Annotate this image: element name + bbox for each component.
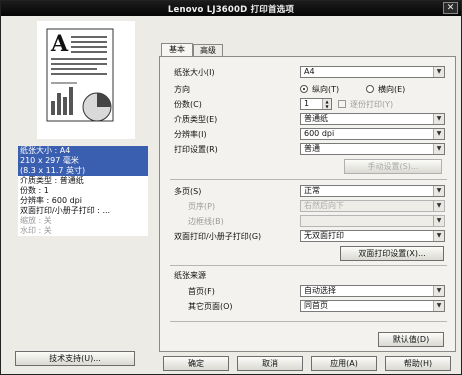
paper-size-label: 纸张大小(I) [174, 68, 215, 77]
resolution-select[interactable]: 600 dpi ▼ [300, 128, 445, 140]
tab-basic[interactable]: 基本 [161, 43, 193, 56]
duplex-settings-button[interactable]: 双面打印设置(X)... [340, 246, 444, 261]
copies-value: 1 [304, 99, 310, 108]
default-button[interactable]: 默认值(D) [378, 332, 444, 347]
basic-settings-panel: 纸张大小(I) A4 ▼ 方向 纵向(T) 横向(E) 份数(C) 1 ▲ ▼ … [159, 56, 456, 352]
collate-checkbox[interactable] [338, 100, 346, 108]
settings-summary: 纸张大小 : A4 210 x 297 毫米 (8.3 x 11.7 英寸) 介… [18, 146, 148, 236]
divider [170, 179, 447, 180]
divider [170, 265, 447, 266]
tab-advanced[interactable]: 高级 [193, 44, 223, 56]
page-order-label: 页序(P) [188, 202, 216, 211]
page-order-value: 右然后向下 [304, 201, 344, 210]
media-type-value: 普通纸 [304, 114, 328, 123]
chevron-down-icon: ▼ [433, 67, 444, 77]
other-pages-value: 同首页 [304, 301, 328, 310]
cancel-button[interactable]: 取消 [237, 356, 303, 371]
chevron-down-icon: ▼ [433, 144, 444, 154]
orientation-label: 方向 [174, 85, 190, 94]
portrait-radio[interactable] [300, 85, 308, 93]
portrait-label: 纵向(T) [312, 85, 340, 94]
print-settings-select[interactable]: 普通 ▼ [300, 143, 445, 155]
resolution-value: 600 dpi [304, 129, 335, 138]
window-title: Lenovo LJ3600D 打印首选项 [167, 5, 295, 15]
chevron-down-icon: ▼ [433, 286, 444, 296]
chevron-down-icon: ▼ [433, 216, 444, 226]
summary-line: (8.3 x 11.7 英寸) [18, 166, 148, 176]
ok-button[interactable]: 确定 [163, 356, 229, 371]
resolution-label: 分辨率(I) [174, 130, 207, 139]
multipage-value: 正常 [304, 186, 320, 195]
chevron-down-icon: ▼ [433, 201, 444, 211]
landscape-radio[interactable] [366, 85, 374, 93]
support-button[interactable]: 技术支持(U)... [15, 351, 135, 366]
collate-label: 逐份打印(Y) [350, 100, 394, 109]
multipage-select[interactable]: 正常 ▼ [300, 185, 445, 197]
summary-line: 水印 : 关 [20, 226, 52, 235]
spin-down-icon[interactable]: ▼ [322, 104, 331, 109]
copies-label: 份数(C) [174, 100, 202, 109]
manual-settings-button[interactable]: 手动设置(S)... [344, 159, 442, 174]
paper-size-select[interactable]: A4 ▼ [300, 66, 445, 78]
chevron-down-icon: ▼ [433, 231, 444, 241]
media-type-label: 介质类型(E) [174, 115, 218, 124]
summary-line: 缩放 : 关 [20, 216, 52, 225]
page-order-select[interactable]: 右然后向下 ▼ [300, 200, 445, 212]
duplex-label: 双面打印/小册子打印(G) [174, 232, 262, 241]
first-page-select[interactable]: 自动选择 ▼ [300, 285, 445, 297]
close-icon[interactable]: ✕ [443, 2, 458, 14]
title-bar: Lenovo LJ3600D 打印首选项 ✕ [1, 1, 461, 16]
multipage-label: 多页(S) [174, 187, 202, 196]
other-pages-label: 其它页面(O) [188, 302, 233, 311]
print-settings-value: 普通 [304, 144, 320, 153]
duplex-select[interactable]: 无双面打印 ▼ [300, 230, 445, 242]
chevron-down-icon: ▼ [433, 129, 444, 139]
first-page-label: 首页(F) [188, 287, 215, 296]
help-button[interactable]: 帮助(H) [385, 356, 451, 371]
other-pages-select[interactable]: 同首页 ▼ [300, 300, 445, 312]
border-label: 边框线(B) [188, 217, 224, 226]
summary-line: 纸张大小 : A4 [18, 146, 148, 156]
paper-source-heading: 纸张来源 [174, 271, 206, 280]
divider [170, 321, 447, 322]
printing-preferences-window: Lenovo LJ3600D 打印首选项 ✕ A 纸张大小 : A4 210 x… [0, 0, 462, 375]
chevron-down-icon: ▼ [433, 114, 444, 124]
svg-text:A: A [50, 31, 69, 57]
summary-line: 210 x 297 毫米 [18, 156, 148, 166]
media-type-select[interactable]: 普通纸 ▼ [300, 113, 445, 125]
landscape-label: 横向(E) [378, 85, 406, 94]
paper-size-value: A4 [304, 67, 315, 76]
print-settings-label: 打印设置(R) [174, 145, 218, 154]
first-page-value: 自动选择 [304, 286, 336, 295]
summary-line: 介质类型 : 普通纸 [20, 176, 84, 185]
chevron-down-icon: ▼ [433, 301, 444, 311]
apply-button[interactable]: 应用(A) [311, 356, 377, 371]
summary-line: 份数 : 1 [20, 186, 49, 195]
chevron-down-icon: ▼ [433, 186, 444, 196]
summary-line: 双面打印/小册子打印 : ... [20, 206, 111, 215]
border-select[interactable]: ▼ [300, 215, 445, 227]
summary-line: 分辨率 : 600 dpi [20, 196, 82, 205]
page-preview-image: A [37, 21, 135, 139]
duplex-value: 无双面打印 [304, 231, 344, 240]
copies-stepper[interactable]: 1 ▲ ▼ [300, 98, 332, 110]
